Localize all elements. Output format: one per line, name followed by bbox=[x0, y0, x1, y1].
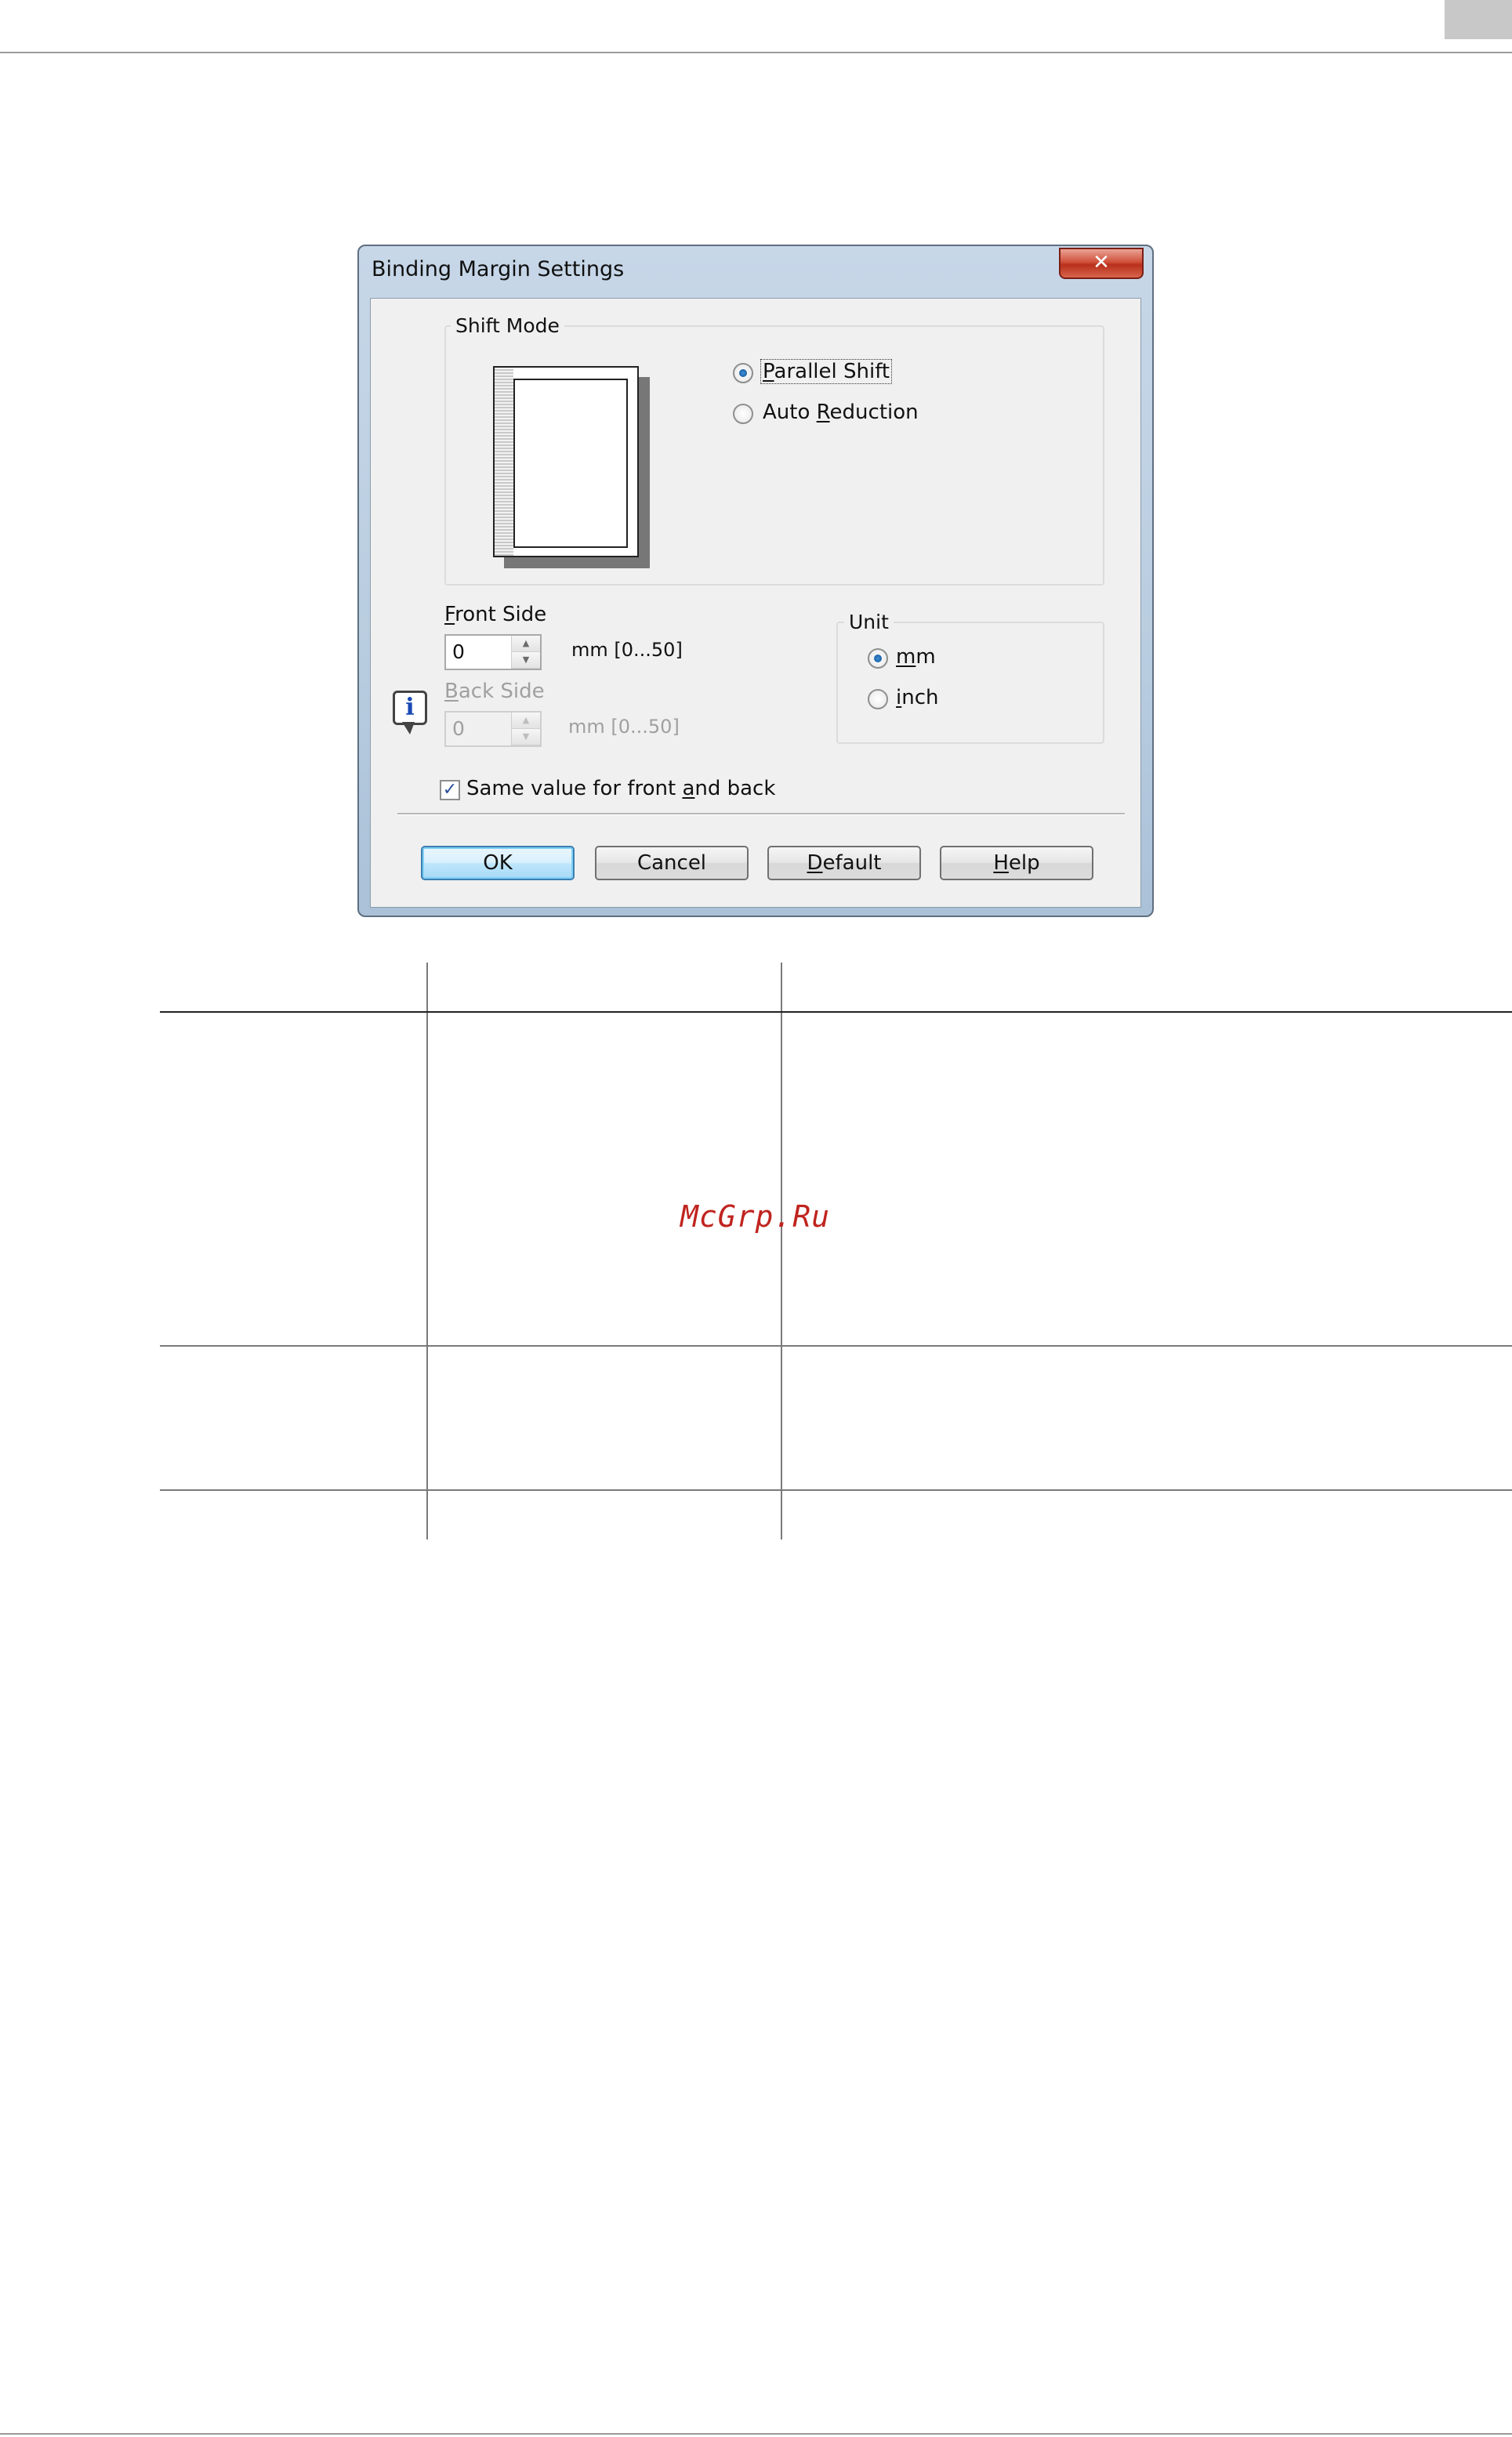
back-side-spin-buttons: ▲ ▼ bbox=[511, 713, 540, 745]
cancel-button[interactable]: Cancel bbox=[595, 846, 749, 880]
info-icon: i bbox=[393, 691, 427, 725]
table-header-rule bbox=[160, 1011, 1512, 1013]
back-side-spinbox: 0 ▲ ▼ bbox=[444, 711, 542, 747]
front-side-label: Front Side bbox=[444, 603, 547, 626]
table-row-rule bbox=[160, 1345, 1512, 1347]
header-rule bbox=[0, 52, 1512, 53]
front-side-value[interactable]: 0 bbox=[452, 640, 465, 663]
auto-reduction-label[interactable]: Auto Reduction bbox=[763, 401, 919, 424]
spin-up-icon[interactable]: ▲ bbox=[512, 636, 540, 652]
parallel-shift-label[interactable]: Parallel Shift bbox=[760, 359, 893, 384]
binding-margin-preview bbox=[495, 368, 513, 556]
binding-margin-dialog: Binding Margin Settings ✕ Shift Mode Par… bbox=[357, 245, 1154, 917]
back-side-value: 0 bbox=[452, 717, 465, 740]
parallel-shift-radio[interactable] bbox=[733, 363, 753, 383]
dialog-client-area: Shift Mode Parallel Shift Auto Reduction… bbox=[370, 298, 1141, 908]
mm-label[interactable]: mm bbox=[896, 645, 936, 669]
close-icon: ✕ bbox=[1093, 251, 1110, 274]
unit-legend: Unit bbox=[844, 611, 894, 633]
unit-group bbox=[836, 622, 1104, 744]
auto-reduction-radio[interactable] bbox=[733, 404, 753, 424]
shift-mode-legend: Shift Mode bbox=[451, 314, 564, 337]
inch-radio[interactable] bbox=[868, 689, 888, 709]
spin-down-icon[interactable]: ▼ bbox=[512, 652, 540, 669]
table-row-rule bbox=[160, 1489, 1512, 1491]
info-icon-tail bbox=[402, 722, 415, 734]
back-side-range: mm [0...50] bbox=[568, 716, 680, 738]
spin-up-icon: ▲ bbox=[512, 713, 540, 729]
button-separator bbox=[397, 813, 1125, 815]
dialog-title: Binding Margin Settings bbox=[372, 257, 625, 281]
front-side-range: mm [0...50] bbox=[571, 639, 683, 661]
ok-button[interactable]: OK bbox=[421, 846, 575, 880]
front-side-spinbox[interactable]: 0 ▲ ▼ bbox=[444, 634, 542, 670]
table-column-divider bbox=[426, 963, 428, 1539]
spin-down-icon: ▼ bbox=[512, 729, 540, 745]
front-side-spin-buttons[interactable]: ▲ ▼ bbox=[511, 636, 540, 669]
same-value-checkbox[interactable]: ✓ bbox=[440, 780, 460, 800]
default-button[interactable]: Default bbox=[767, 846, 921, 880]
page-corner-tab bbox=[1445, 0, 1512, 39]
page-content-preview bbox=[513, 379, 628, 548]
check-icon: ✓ bbox=[442, 780, 458, 800]
inch-label[interactable]: inch bbox=[896, 686, 939, 709]
close-button[interactable]: ✕ bbox=[1059, 248, 1144, 279]
back-side-label: Back Side bbox=[444, 680, 545, 703]
mm-radio[interactable] bbox=[868, 648, 888, 669]
help-button[interactable]: Help bbox=[940, 846, 1093, 880]
watermark: McGrp.Ru bbox=[680, 1199, 831, 1234]
footer-rule bbox=[0, 2433, 1512, 2435]
table-column-divider bbox=[781, 963, 782, 1539]
same-value-label[interactable]: Same value for front and back bbox=[466, 777, 775, 800]
